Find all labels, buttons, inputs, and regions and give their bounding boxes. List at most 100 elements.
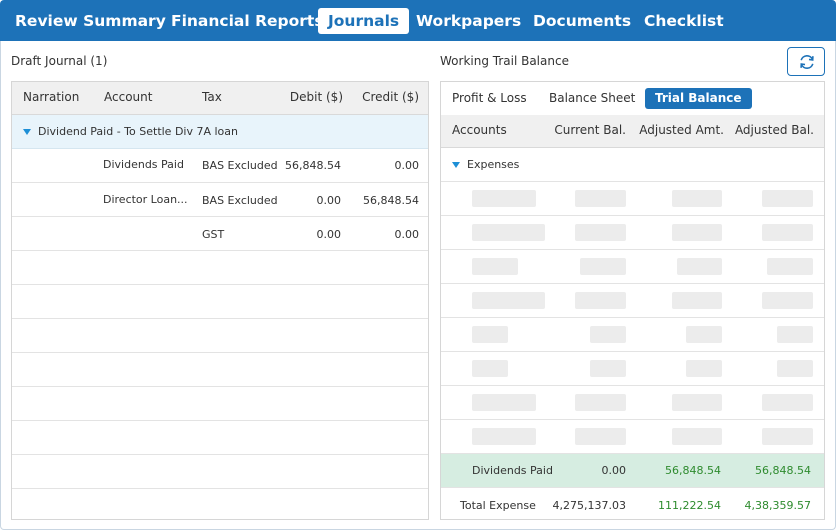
skeleton-cell bbox=[762, 428, 813, 445]
journal-group-label: Dividend Paid - To Settle Div 7A loan bbox=[38, 125, 238, 138]
empty-row bbox=[12, 387, 428, 421]
skeleton-cell bbox=[672, 190, 722, 207]
row-debit: 0.00 bbox=[316, 194, 342, 207]
empty-row bbox=[12, 353, 428, 387]
refresh-button[interactable] bbox=[787, 47, 825, 76]
expenses-group-label: Expenses bbox=[467, 158, 520, 171]
total-label: Total Expense bbox=[460, 499, 536, 512]
skeleton-cell bbox=[472, 258, 518, 275]
skeleton-cell bbox=[575, 428, 626, 445]
row-debit: 0.00 bbox=[316, 228, 342, 241]
skeleton-row bbox=[441, 420, 824, 454]
trial-balance-header: Accounts Current Bal. Adjusted Amt. Adju… bbox=[441, 115, 824, 148]
expenses-group-row[interactable]: Expenses bbox=[441, 148, 824, 182]
skeleton-cell bbox=[777, 326, 813, 343]
skeleton-row bbox=[441, 352, 824, 386]
skeleton-cell bbox=[777, 360, 813, 377]
tab-workpapers[interactable]: Workpapers bbox=[416, 8, 521, 34]
tab-checklist[interactable]: Checklist bbox=[644, 8, 724, 34]
draft-journal-panel: Narration Account Tax Debit ($) Credit (… bbox=[11, 81, 429, 520]
tab-documents[interactable]: Documents bbox=[533, 8, 631, 34]
skeleton-cell bbox=[672, 394, 722, 411]
row-credit: 56,848.54 bbox=[363, 194, 419, 207]
highlight-account: Dividends Paid bbox=[472, 464, 553, 477]
highlight-row[interactable]: Dividends Paid 0.00 56,848.54 56,848.54 bbox=[441, 454, 824, 488]
highlight-adjusted-amt: 56,848.54 bbox=[665, 464, 721, 477]
skeleton-cell bbox=[472, 394, 536, 411]
row-debit: 56,848.54 bbox=[285, 159, 341, 172]
skeleton-row bbox=[441, 216, 824, 250]
skeleton-row bbox=[441, 284, 824, 318]
subtab-profit-loss[interactable]: Profit & Loss bbox=[452, 88, 527, 109]
table-row[interactable]: Dividends Paid BAS Excluded 56,848.54 0.… bbox=[12, 149, 428, 183]
col-narration[interactable]: Narration bbox=[23, 90, 79, 104]
total-adjusted-bal: 4,38,359.57 bbox=[744, 499, 811, 512]
col-tax[interactable]: Tax bbox=[202, 90, 222, 104]
total-current-bal: 4,275,137.03 bbox=[552, 499, 626, 512]
tab-review-summary[interactable]: Review Summary bbox=[15, 8, 166, 34]
table-row[interactable]: Director Loan... BAS Excluded 0.00 56,84… bbox=[12, 183, 428, 217]
skeleton-cell bbox=[762, 224, 813, 241]
col-adjusted-amt[interactable]: Adjusted Amt. bbox=[639, 123, 724, 137]
empty-row bbox=[12, 319, 428, 353]
col-debit[interactable]: Debit ($) bbox=[290, 90, 343, 104]
skeleton-cell bbox=[762, 292, 813, 309]
subtab-trial-balance[interactable]: Trial Balance bbox=[645, 88, 752, 109]
row-credit: 0.00 bbox=[394, 228, 420, 241]
skeleton-cell bbox=[590, 360, 626, 377]
skeleton-cell bbox=[767, 258, 813, 275]
statement-subtabs: Profit & Loss Balance Sheet Trial Balanc… bbox=[441, 82, 824, 115]
top-nav: Review Summary Financial Reports Journal… bbox=[0, 0, 836, 41]
skeleton-cell bbox=[686, 326, 722, 343]
expand-caret-icon[interactable] bbox=[452, 162, 460, 168]
skeleton-cell bbox=[580, 258, 626, 275]
row-tax: BAS Excluded bbox=[202, 159, 278, 172]
skeleton-cell bbox=[575, 224, 626, 241]
draft-journal-title: Draft Journal (1) bbox=[11, 54, 108, 68]
col-accounts[interactable]: Accounts bbox=[452, 123, 507, 137]
skeleton-cell bbox=[672, 428, 722, 445]
skeleton-cell bbox=[762, 394, 813, 411]
subtab-balance-sheet[interactable]: Balance Sheet bbox=[549, 88, 635, 109]
empty-row bbox=[12, 421, 428, 455]
col-adjusted-bal[interactable]: Adjusted Bal. bbox=[735, 123, 814, 137]
tab-financial-reports[interactable]: Financial Reports bbox=[171, 8, 324, 34]
row-tax: BAS Excluded bbox=[202, 194, 278, 207]
skeleton-cell bbox=[472, 360, 508, 377]
skeleton-cell bbox=[677, 258, 722, 275]
skeleton-row bbox=[441, 386, 824, 420]
empty-row bbox=[12, 285, 428, 319]
skeleton-cell bbox=[762, 190, 813, 207]
total-row: Total Expense 4,275,137.03 111,222.54 4,… bbox=[441, 488, 824, 519]
draft-journal-header: Narration Account Tax Debit ($) Credit (… bbox=[12, 82, 428, 115]
highlight-current-bal: 0.00 bbox=[601, 464, 627, 477]
skeleton-row bbox=[441, 182, 824, 216]
skeleton-row bbox=[441, 318, 824, 352]
total-adjusted-amt: 111,222.54 bbox=[658, 499, 721, 512]
empty-row bbox=[12, 251, 428, 285]
col-current-bal[interactable]: Current Bal. bbox=[554, 123, 626, 137]
skeleton-row bbox=[441, 250, 824, 284]
row-account: Dividends Paid bbox=[103, 158, 184, 171]
skeleton-cell bbox=[472, 428, 536, 445]
tab-journals[interactable]: Journals bbox=[318, 8, 410, 34]
row-tax: GST bbox=[202, 228, 225, 241]
refresh-icon bbox=[800, 55, 814, 69]
expand-caret-icon[interactable] bbox=[23, 129, 31, 135]
skeleton-cell bbox=[575, 190, 626, 207]
col-credit[interactable]: Credit ($) bbox=[362, 90, 419, 104]
highlight-adjusted-bal: 56,848.54 bbox=[755, 464, 811, 477]
row-account: Director Loan... bbox=[103, 193, 188, 206]
skeleton-cell bbox=[672, 292, 722, 309]
col-account[interactable]: Account bbox=[104, 90, 152, 104]
skeleton-cell bbox=[472, 326, 508, 343]
journal-group-row[interactable]: Dividend Paid - To Settle Div 7A loan bbox=[12, 115, 428, 149]
skeleton-cell bbox=[472, 292, 545, 309]
skeleton-cell bbox=[590, 326, 626, 343]
skeleton-cell bbox=[575, 394, 626, 411]
skeleton-cell bbox=[472, 190, 536, 207]
table-row[interactable]: GST 0.00 0.00 bbox=[12, 217, 428, 251]
working-trial-balance-title: Working Trail Balance bbox=[440, 54, 569, 68]
skeleton-cell bbox=[672, 224, 722, 241]
empty-row bbox=[12, 489, 428, 519]
